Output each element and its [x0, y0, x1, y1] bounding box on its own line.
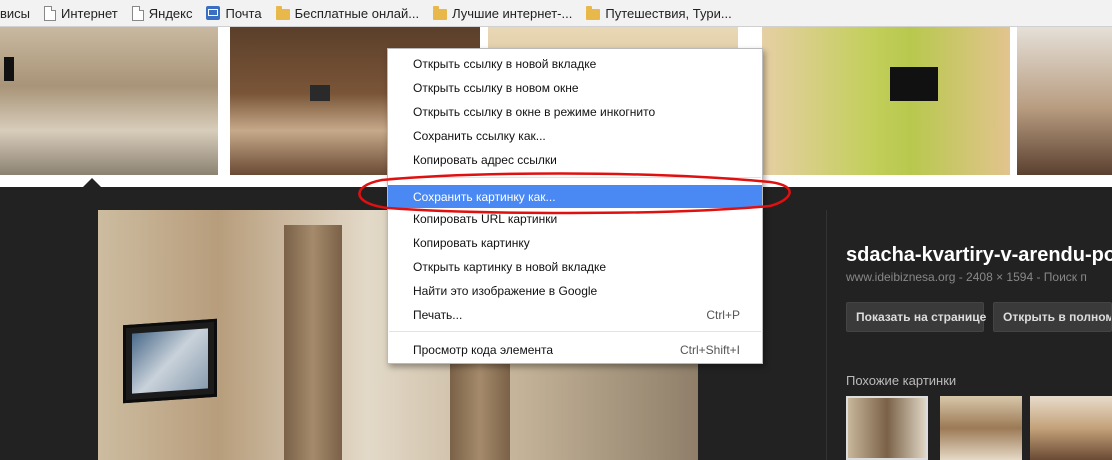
menu-item-label: Копировать адрес ссылки [413, 152, 557, 167]
bookmark-yandex[interactable]: Яндекс [131, 5, 193, 21]
menu-item-copy-image-url[interactable]: Копировать URL картинки [388, 207, 762, 230]
image-meta: www.ideibiznesa.org - 2408 × 1594 - Поис… [846, 270, 1087, 284]
page-icon [44, 5, 57, 21]
bookmark-mail[interactable]: Почта [206, 5, 262, 21]
menu-item-label: Копировать картинку [413, 235, 530, 250]
menu-item-open-image-new-tab[interactable]: Открыть картинку в новой вкладке [388, 255, 762, 278]
menu-item-label: Открыть ссылку в новой вкладке [413, 56, 597, 71]
similar-image-thumbnail[interactable] [940, 396, 1022, 460]
bookmark-0[interactable]: висы [0, 6, 30, 21]
bookmark-folder-travel[interactable]: Путешествия, Тури... [586, 5, 732, 21]
similar-image-thumbnail[interactable] [846, 396, 928, 460]
folder-icon [586, 5, 601, 20]
page-icon [131, 5, 144, 21]
menu-item-label: Открыть ссылку в окне в режиме инкогнито [413, 104, 656, 119]
folder-icon [433, 5, 448, 20]
menu-item-copy-link-address[interactable]: Копировать адрес ссылки [388, 148, 762, 171]
bookmark-label: висы [0, 5, 31, 21]
similar-images-label: Похожие картинки [846, 373, 957, 388]
bookmark-label: Бесплатные онлай... [294, 5, 420, 21]
bookmark-label: Путешествия, Тури... [605, 5, 732, 21]
tv-shape [4, 57, 14, 81]
similar-image-thumbnail[interactable] [1030, 396, 1112, 460]
menu-item-open-link-incognito[interactable]: Открыть ссылку в окне в режиме инкогнито [388, 100, 762, 123]
menu-item-open-link-new-window[interactable]: Открыть ссылку в новом окне [388, 76, 762, 99]
bookmark-label: Интернет [61, 5, 118, 21]
menu-separator [389, 177, 761, 178]
menu-item-label: Открыть ссылку в новом окне [413, 80, 579, 95]
menu-item-shortcut: Ctrl+Shift+I [679, 342, 740, 357]
menu-item-label: Найти это изображение в Google [413, 283, 598, 298]
image-thumbnail[interactable] [762, 27, 1010, 175]
menu-item-inspect-element[interactable]: Просмотр кода элемента Ctrl+Shift+I [388, 338, 762, 361]
bookmark-label: Яндекс [148, 5, 193, 21]
bookmarks-bar: висы Интернет Яндекс Почта Бесплатные он… [0, 0, 1112, 27]
folder-icon [275, 5, 290, 20]
menu-item-open-link-new-tab[interactable]: Открыть ссылку в новой вкладке [388, 52, 762, 75]
image-thumbnail[interactable] [0, 27, 218, 175]
context-menu: Открыть ссылку в новой вкладке Открыть с… [387, 48, 763, 364]
menu-item-copy-image[interactable]: Копировать картинку [388, 231, 762, 254]
visit-page-button[interactable]: Показать на странице [846, 302, 986, 332]
image-title[interactable]: sdacha-kvartiry-v-arendu-po [846, 244, 1112, 267]
bookmark-folder-free-online[interactable]: Бесплатные онлай... [275, 5, 420, 21]
bookmark-label: Лучшие интернет-... [452, 5, 573, 21]
menu-item-save-link-as[interactable]: Сохранить ссылку как... [388, 124, 762, 147]
menu-item-save-image-as[interactable]: Сохранить картинку как... [388, 185, 762, 208]
tv-shape [310, 85, 330, 101]
mail-icon [206, 6, 221, 20]
menu-item-print[interactable]: Печать... Ctrl+P [388, 303, 762, 326]
menu-item-shortcut: Ctrl+P [706, 307, 740, 322]
tv-shape [123, 318, 217, 404]
menu-item-label: Просмотр кода элемента [413, 342, 554, 357]
bookmark-folder-best-internet[interactable]: Лучшие интернет-... [433, 5, 573, 21]
menu-item-label: Сохранить картинку как... [413, 189, 556, 204]
menu-item-search-image-google[interactable]: Найти это изображение в Google [388, 279, 762, 302]
menu-item-label: Сохранить ссылку как... [413, 128, 546, 143]
selected-thumbnail-caret [82, 178, 102, 188]
bookmark-label: Почта [225, 5, 262, 21]
open-full-size-button[interactable]: Открыть в полном р [993, 302, 1112, 332]
menu-separator [389, 331, 761, 332]
image-thumbnail[interactable] [1017, 27, 1112, 175]
curtain-shape [284, 225, 342, 460]
menu-item-label: Открыть картинку в новой вкладке [413, 259, 607, 274]
menu-item-label: Копировать URL картинки [413, 211, 558, 226]
bookmark-internet[interactable]: Интернет [44, 5, 118, 21]
tv-shape [890, 67, 938, 101]
menu-item-label: Печать... [413, 307, 463, 322]
